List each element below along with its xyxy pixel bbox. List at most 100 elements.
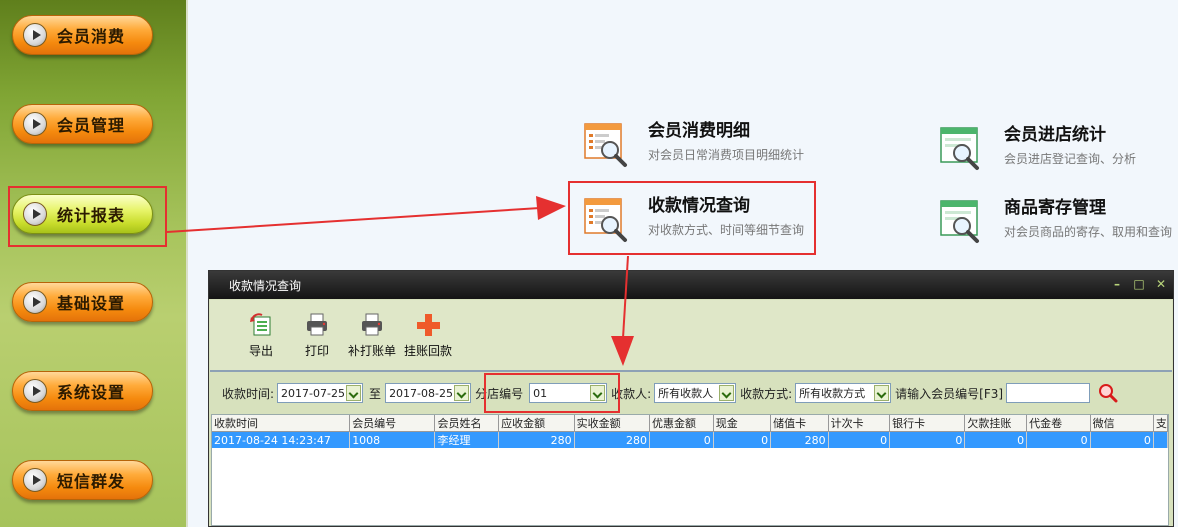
sidebar-item-basic-settings[interactable]: 基础设置 [12,282,153,322]
column-header[interactable]: 支 [1153,415,1168,432]
date-from-value: 2017-07-25 [281,386,345,400]
date-to-picker[interactable]: 2017-08-25 [385,383,472,403]
chevron-down-icon[interactable] [454,385,470,401]
to-label: 至 [369,386,382,401]
column-header[interactable]: 收款时间 [212,415,351,432]
table-cell: 0 [713,431,772,448]
table-row[interactable]: 2017-08-24 14:23:47 1008 李经理 280 280 0 0 280 0 0 0… [212,431,1168,448]
search-icon[interactable] [1098,383,1118,403]
report-search-icon [938,197,986,245]
report-search-icon [582,120,630,168]
toolbar: 导出 打印 补打账单 挂账回款 [210,300,1172,372]
date-to-value: 2017-08-25 [389,386,453,400]
column-header[interactable]: 优惠金额 [649,415,714,432]
entry-title: 商品寄存管理 [1004,198,1106,218]
sidebar-item-label: 会员消费 [57,27,126,46]
sidebar-item-system-settings[interactable]: 系统设置 [12,371,153,411]
menu-entry-goods-storage[interactable]: 商品寄存管理 对会员商品的寄存、取用和查询 [938,197,1172,245]
table-cell: 0 [828,431,891,448]
plus-icon [415,312,441,338]
column-header[interactable]: 现金 [713,415,772,432]
sidebar-item-sms[interactable]: 短信群发 [12,460,153,500]
highlight-box-reports [8,186,167,247]
table-cell: 280 [770,431,829,448]
method-select[interactable]: 所有收款方式 [795,383,892,403]
menu-entry-member-visit-stats[interactable]: 会员进店统计 会员进店登记查询、分析 [938,124,1136,172]
report-search-icon [938,124,986,172]
payee-select[interactable]: 所有收款人 [654,383,737,403]
sidebar: 会员消费 会员管理 统计报表 基础设置 系统设置 短信群发 [0,0,188,527]
printer-icon [359,312,385,338]
sidebar-item-label: 会员管理 [57,116,126,135]
column-header[interactable]: 储值卡 [770,415,829,432]
column-header[interactable]: 银行卡 [889,415,966,432]
tool-label: 导出 [248,344,273,358]
window-titlebar[interactable]: 收款情况查询 [209,271,1173,299]
column-header[interactable]: 会员姓名 [434,415,500,432]
play-icon [23,468,47,492]
table-cell: 280 [574,431,651,448]
tool-label: 打印 [304,344,329,358]
time-label: 收款时间: [222,386,275,401]
table-cell: 0 [1026,431,1091,448]
filter-bar: 收款时间: 2017-07-25 至 2017-08-25 分店编号 01 收款… [210,374,1172,412]
menu-entry-member-consume-detail[interactable]: 会员消费明细 对会员日常消费项目明细统计 [582,120,804,168]
table-cell: 李经理 [434,431,500,448]
play-icon [23,290,47,314]
export-button[interactable]: 导出 [248,312,274,359]
date-from-picker[interactable]: 2017-07-25 [277,383,364,403]
table-cell: 0 [649,431,714,448]
tool-label: 补打账单 [348,344,397,358]
play-icon [23,379,47,403]
entry-desc: 对会员日常消费项目明细统计 [648,148,805,162]
column-header[interactable]: 会员编号 [349,415,436,432]
sidebar-item-label: 基础设置 [57,294,126,313]
print-button[interactable]: 打印 [304,312,330,359]
member-id-input[interactable] [1006,383,1091,403]
column-header[interactable]: 代金卷 [1026,415,1091,432]
entry-title: 会员消费明细 [648,121,750,141]
method-label: 收款方式: [740,386,793,401]
sidebar-item-label: 短信群发 [57,472,126,491]
reprint-bill-button[interactable]: 补打账单 [348,312,396,359]
report-search-icon [582,195,630,243]
sidebar-item-member-consume[interactable]: 会员消费 [12,15,153,55]
entry-desc: 对会员商品的寄存、取用和查询 [1004,225,1173,239]
excel-export-icon [248,312,274,338]
chevron-down-icon[interactable] [874,385,890,401]
column-header[interactable]: 微信 [1090,415,1154,432]
method-value: 所有收款方式 [799,387,866,400]
table-cell: 2017-08-24 14:23:47 [212,431,351,448]
play-icon [23,112,47,136]
entry-desc: 会员进店登记查询、分析 [1004,152,1137,166]
table-cell: 0 [889,431,966,448]
sidebar-item-member-manage[interactable]: 会员管理 [12,104,153,144]
table-cell [1153,431,1168,448]
column-header[interactable]: 欠款挂账 [964,415,1028,432]
tool-label: 挂账回款 [404,344,453,358]
table-cell: 0 [964,431,1028,448]
chevron-down-icon[interactable] [346,385,362,401]
credit-repayment-button[interactable]: 挂账回款 [404,312,452,359]
menu-entry-payment-query[interactable]: 收款情况查询 对收款方式、时间等细节查询 [582,195,804,243]
table-cell: 280 [498,431,575,448]
entry-desc: 对收款方式、时间等细节查询 [648,223,805,237]
member-label: 请输入会员编号[F3] [895,386,1004,401]
column-header[interactable]: 实收金额 [574,415,651,432]
maximize-button[interactable]: □ [1133,277,1145,291]
minimize-button[interactable]: – [1111,277,1123,291]
close-button[interactable]: ✕ [1155,277,1167,291]
printer-icon [304,312,330,338]
payment-table: 收款时间 会员编号 会员姓名 应收金额 实收金额 优惠金额 现金 储值卡 计次卡 银行卡 欠款挂账代… [211,414,1169,526]
table-cell: 1008 [349,431,436,448]
highlight-box-branch [484,373,620,413]
window-title: 收款情况查询 [229,278,302,293]
column-header[interactable]: 计次卡 [828,415,891,432]
entry-title: 收款情况查询 [648,196,750,216]
payee-value: 所有收款人 [658,387,714,400]
sidebar-item-label: 系统设置 [57,383,126,402]
entry-title: 会员进店统计 [1004,125,1106,145]
chevron-down-icon[interactable] [719,385,735,401]
column-header[interactable]: 应收金额 [498,415,575,432]
payment-query-window: 收款情况查询 – □ ✕ 导出 打印 补打账单 挂账回款 收款时间: 2017-… [208,270,1174,527]
